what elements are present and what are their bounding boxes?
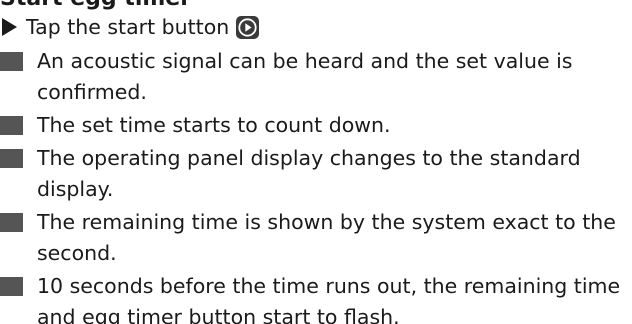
result-text: The operating panel display changes to t… [37,146,581,201]
result-item: The set time starts to count down. [0,110,622,141]
result-marker-icon [0,116,23,135]
instruction-step: Tap the start button [0,12,260,42]
result-item: The remaining time is shown by the syste… [0,207,622,269]
result-marker-icon [0,52,23,71]
result-text: 10 seconds before the time runs out, the… [37,274,621,324]
result-marker-icon [0,149,23,168]
result-marker-icon [0,277,23,296]
step-text: Tap the start button [26,15,230,39]
play-icon [236,15,260,39]
result-item: An acoustic signal can be heard and the … [0,46,622,108]
result-item: The operating panel display changes to t… [0,143,622,205]
instruction-page: Start egg timer Tap the start button An … [0,0,632,324]
result-text: The set time starts to count down. [37,113,391,137]
start-button-icon [236,15,260,39]
result-text: The remaining time is shown by the syste… [37,210,616,265]
result-list: An acoustic signal can be heard and the … [0,46,622,324]
result-text: An acoustic signal can be heard and the … [37,49,573,104]
result-item: 10 seconds before the time runs out, the… [0,271,622,324]
step-arrow-icon [2,18,17,36]
result-marker-icon [0,213,23,232]
